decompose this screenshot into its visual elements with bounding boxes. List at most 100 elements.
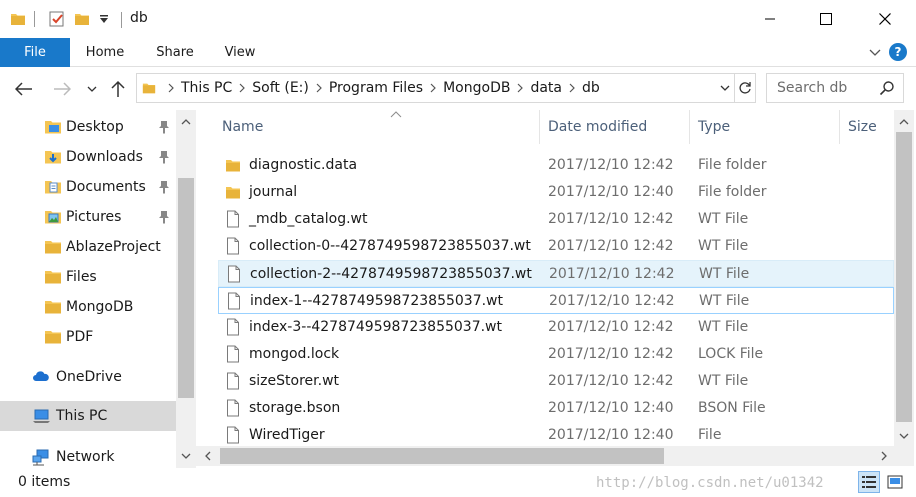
- sidebar-item-desktop[interactable]: Desktop: [0, 113, 176, 141]
- breadcrumb-mongodb[interactable]: MongoDB: [443, 80, 510, 96]
- file-row[interactable]: index-3--4278749598723855037.wt 2017/12/1…: [218, 314, 894, 341]
- file-row[interactable]: mongod.lock 2017/12/10 12:42 LOCK File: [218, 341, 894, 368]
- sidebar-item-ablazeproject[interactable]: AblazeProject: [0, 233, 176, 261]
- folder-icon: [137, 74, 161, 102]
- pin-icon[interactable]: [157, 150, 171, 164]
- nav-scrollbar[interactable]: [176, 110, 196, 468]
- file-row[interactable]: index-1--4278749598723855037.wt 2017/12/1…: [218, 287, 894, 314]
- minimize-button[interactable]: [747, 0, 793, 38]
- scroll-up-button[interactable]: [894, 114, 914, 130]
- file-row[interactable]: collection-2--4278749598723855037.wt 2017…: [218, 260, 894, 287]
- file-type: File: [698, 427, 722, 443]
- separator: [34, 9, 35, 29]
- back-button[interactable]: [14, 79, 34, 99]
- breadcrumb-chevron-icon[interactable]: [510, 74, 530, 102]
- breadcrumb-chevron-icon[interactable]: [562, 74, 582, 102]
- pin-icon[interactable]: [157, 180, 171, 194]
- file-name: mongod.lock: [249, 346, 340, 362]
- scroll-right-button[interactable]: [876, 448, 892, 464]
- chevron-left-icon: [205, 451, 211, 461]
- file-row[interactable]: diagnostic.data 2017/12/10 12:42 File fold…: [218, 152, 894, 179]
- tab-home[interactable]: Home: [70, 38, 140, 67]
- help-icon[interactable]: ?: [889, 43, 907, 61]
- breadcrumb-soft-drive[interactable]: Soft (E:): [252, 80, 309, 96]
- address-bar[interactable]: This PC Soft (E:) Program Files MongoDB …: [136, 73, 756, 103]
- scroll-up-button[interactable]: [176, 114, 196, 130]
- pin-icon[interactable]: [157, 120, 171, 134]
- file-icon: [225, 210, 241, 228]
- pin-icon[interactable]: [157, 210, 171, 224]
- column-header-name[interactable]: Name: [214, 110, 540, 144]
- sidebar-item-documents[interactable]: Documents: [0, 173, 176, 201]
- scroll-down-button[interactable]: [176, 448, 196, 464]
- large-icons-view-button[interactable]: [884, 471, 906, 493]
- tab-view[interactable]: View: [205, 38, 275, 67]
- sidebar-item-network[interactable]: Network: [0, 443, 176, 468]
- sidebar-item-pictures[interactable]: Pictures: [0, 203, 176, 231]
- file-name: index-3--4278749598723855037.wt: [249, 319, 502, 335]
- column-header-date[interactable]: Date modified: [540, 110, 690, 144]
- breadcrumb-db[interactable]: db: [582, 80, 600, 96]
- sidebar-item-onedrive[interactable]: OneDrive: [0, 363, 176, 391]
- close-icon: [879, 13, 891, 25]
- sidebar-item-downloads[interactable]: Downloads: [0, 143, 176, 171]
- scroll-thumb[interactable]: [896, 132, 912, 422]
- expand-ribbon-button[interactable]: [867, 44, 883, 60]
- scroll-thumb[interactable]: [220, 448, 664, 464]
- column-header-label: Name: [222, 119, 264, 135]
- up-button[interactable]: [108, 79, 128, 99]
- search-box[interactable]: [766, 73, 904, 103]
- column-header-type[interactable]: Type: [690, 110, 840, 144]
- column-header-size[interactable]: Size: [840, 110, 894, 144]
- forward-button[interactable]: [52, 79, 72, 99]
- search-input[interactable]: [777, 79, 877, 97]
- search-icon[interactable]: [879, 80, 895, 96]
- breadcrumb-chevron-icon[interactable]: [309, 74, 329, 102]
- recent-locations-button[interactable]: [84, 79, 100, 99]
- file-row[interactable]: collection-0--4278749598723855037.wt 2017…: [218, 233, 894, 260]
- refresh-button[interactable]: [734, 74, 755, 102]
- scroll-left-button[interactable]: [200, 448, 216, 464]
- arrow-left-icon: [15, 82, 32, 96]
- horizontal-scrollbar[interactable]: [196, 446, 914, 466]
- file-date-modified: 2017/12/10 12:42: [549, 266, 675, 282]
- breadcrumb-this-pc[interactable]: This PC: [181, 80, 232, 96]
- folder-icon: [225, 183, 241, 201]
- file-type: WT File: [699, 266, 750, 282]
- details-view-button[interactable]: [858, 471, 880, 493]
- properties-icon[interactable]: [48, 9, 66, 29]
- chevron-up-icon: [181, 119, 191, 125]
- breadcrumb-chevron-icon[interactable]: [423, 74, 443, 102]
- sort-ascending-icon: [390, 111, 402, 118]
- breadcrumb-chevron-icon[interactable]: [232, 74, 252, 102]
- folder-icon: [45, 301, 61, 314]
- scroll-thumb[interactable]: [178, 178, 194, 398]
- file-row[interactable]: journal 2017/12/10 12:40 File folder: [218, 179, 894, 206]
- sidebar-item-this-pc[interactable]: This PC: [0, 401, 176, 431]
- breadcrumb-data[interactable]: data: [530, 80, 562, 96]
- tab-share[interactable]: Share: [140, 38, 210, 67]
- file-row[interactable]: sizeStorer.wt 2017/12/10 12:42 WT File: [218, 368, 894, 395]
- address-history-button[interactable]: [716, 74, 734, 102]
- sidebar-item-pdf[interactable]: PDF: [0, 323, 176, 351]
- new-folder-icon[interactable]: [74, 9, 90, 29]
- file-row[interactable]: _mdb_catalog.wt 2017/12/10 12:42 WT File: [218, 206, 894, 233]
- breadcrumb-program-files[interactable]: Program Files: [329, 80, 423, 96]
- file-row[interactable]: storage.bson 2017/12/10 12:40 BSON File: [218, 395, 894, 422]
- folder-icon: [45, 271, 61, 284]
- customize-toolbar-icon[interactable]: [98, 9, 110, 29]
- refresh-icon: [739, 82, 751, 94]
- file-row[interactable]: WiredTiger 2017/12/10 12:40 File: [218, 422, 894, 449]
- vertical-scrollbar[interactable]: [894, 110, 914, 446]
- sidebar-item-mongodb[interactable]: MongoDB: [0, 293, 176, 321]
- breadcrumb-chevron-icon[interactable]: [161, 74, 181, 102]
- scroll-down-button[interactable]: [894, 428, 914, 444]
- sidebar-item-files[interactable]: Files: [0, 263, 176, 291]
- file-icon: [226, 265, 242, 283]
- tab-file[interactable]: File: [0, 38, 70, 67]
- sidebar-item-label: This PC: [56, 408, 108, 424]
- column-header-label: Type: [698, 119, 731, 135]
- close-button[interactable]: [862, 0, 908, 38]
- maximize-button[interactable]: [803, 0, 849, 38]
- folder-icon: [45, 241, 61, 254]
